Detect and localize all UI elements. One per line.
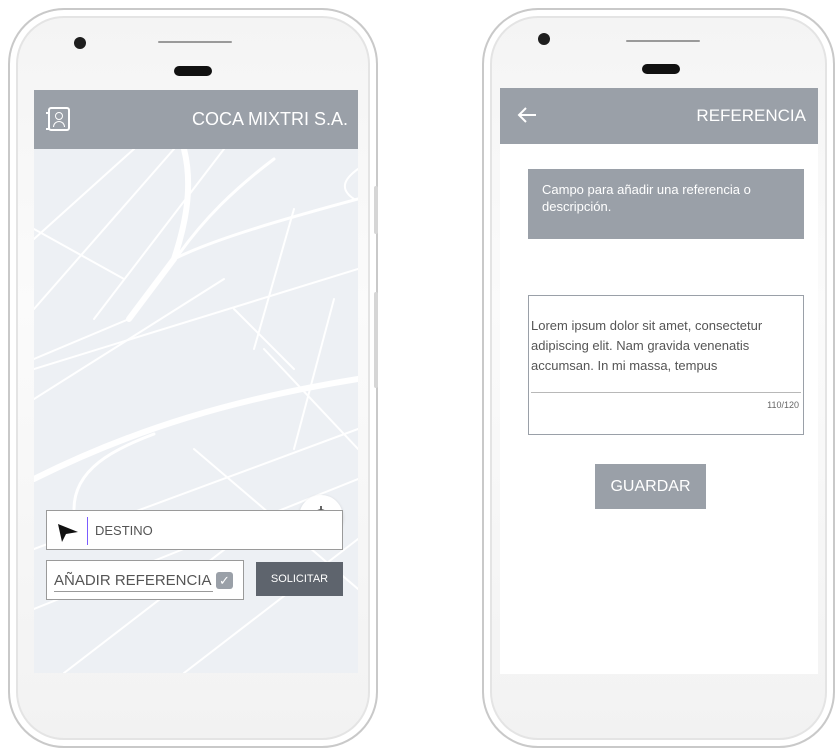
- reference-underline: [54, 591, 213, 592]
- earpiece: [642, 64, 680, 74]
- contacts-book-icon[interactable]: [46, 107, 70, 131]
- right-phone-frame: REFERENCIA Campo para añadir una referen…: [482, 8, 835, 748]
- app-header: REFERENCIA: [500, 88, 818, 144]
- character-counter: 110/120: [767, 400, 799, 410]
- save-button[interactable]: GUARDAR: [595, 464, 706, 509]
- destination-placeholder: DESTINO: [95, 523, 153, 538]
- info-banner: Campo para añadir una referencia o descr…: [528, 169, 804, 239]
- request-button[interactable]: SOLICITAR: [256, 562, 343, 596]
- reference-checkbox[interactable]: ✓: [216, 572, 233, 589]
- text-cursor: [87, 517, 88, 545]
- speaker-grille: [626, 40, 700, 42]
- add-reference-label: AÑADIR REFERENCIA: [54, 572, 212, 589]
- info-text: Campo para añadir una referencia o descr…: [542, 182, 751, 214]
- add-reference-field[interactable]: AÑADIR REFERENCIA ✓: [46, 560, 244, 600]
- right-screen: REFERENCIA Campo para añadir una referen…: [500, 88, 818, 674]
- front-camera: [74, 37, 86, 49]
- company-title: COCA MIXTRI S.A.: [191, 109, 348, 129]
- reference-textarea[interactable]: Lorem ipsum dolor sit amet, consectetur …: [528, 295, 804, 435]
- navigation-arrow-icon: [58, 524, 78, 542]
- destination-input[interactable]: DESTINO: [46, 510, 343, 550]
- left-screen: COCA MIXTRI S.A. DESTINO AÑADIR REFERENC…: [34, 90, 358, 673]
- left-phone-volume-button: [374, 292, 378, 388]
- left-phone-power-button: [374, 186, 378, 234]
- screen-title: REFERENCIA: [696, 106, 806, 125]
- back-arrow-icon[interactable]: [516, 104, 538, 126]
- textarea-value: Lorem ipsum dolor sit amet, consectetur …: [531, 318, 763, 373]
- front-camera: [538, 33, 550, 45]
- textarea-underline: [531, 392, 801, 393]
- left-phone-frame: COCA MIXTRI S.A. DESTINO AÑADIR REFERENC…: [8, 8, 378, 748]
- earpiece: [174, 66, 212, 76]
- app-header: COCA MIXTRI S.A.: [34, 90, 358, 149]
- speaker-grille: [158, 41, 232, 43]
